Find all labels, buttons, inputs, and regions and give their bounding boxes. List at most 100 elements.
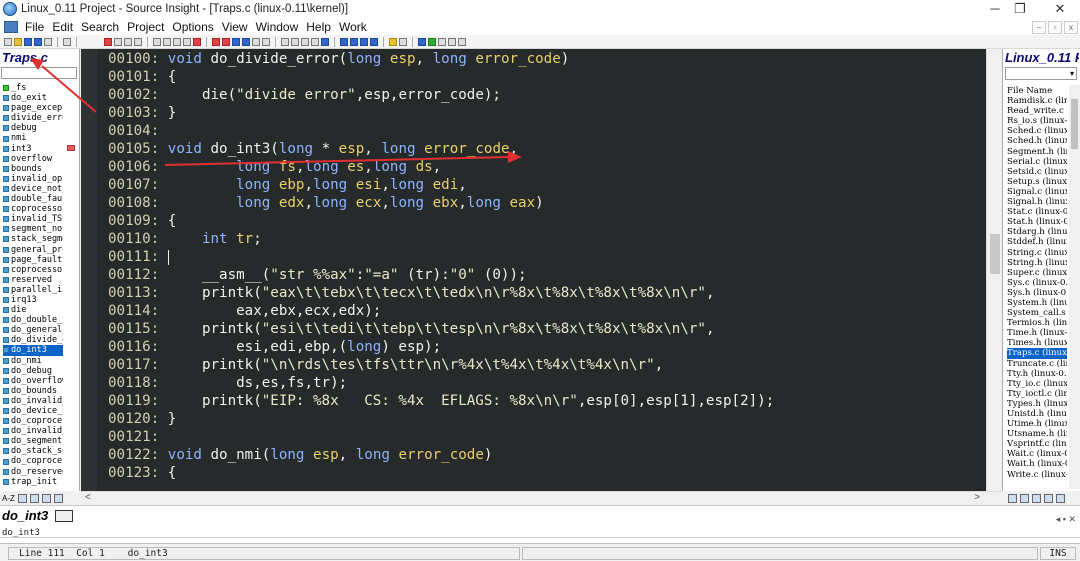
document-icon[interactable] — [4, 20, 18, 33]
file-list-item[interactable]: Read_write.c (linux-0.11\fs) — [1007, 106, 1067, 116]
menu-window[interactable]: Window — [252, 20, 303, 34]
open-file-icon[interactable] — [14, 37, 22, 46]
tool-f-icon[interactable] — [448, 37, 456, 46]
paste-icon[interactable] — [124, 37, 132, 46]
relation-window-icon[interactable] — [311, 37, 319, 46]
symbol-item[interactable]: general_protection — [3, 245, 63, 255]
detail-view-icon[interactable] — [41, 493, 51, 503]
file-list-item[interactable]: Stdarg.h (linux-0.11\include) — [1007, 227, 1067, 237]
menu-help[interactable]: Help — [302, 20, 335, 34]
code-line[interactable]: 00109: { — [108, 212, 774, 230]
symbol-item[interactable]: do_nmi — [3, 356, 63, 366]
code-editor[interactable]: 00100: void do_divide_error(long esp, lo… — [81, 49, 986, 491]
symbol-item[interactable]: parallel_interrupt — [3, 285, 63, 295]
file-list-item[interactable]: Sys.c (linux-0.11\kernel) — [1007, 278, 1067, 288]
symbol-item[interactable]: irq13 — [3, 295, 63, 305]
editor-horizontal-scrollbar[interactable]: < > — [81, 491, 1002, 505]
list-view-icon[interactable] — [17, 493, 27, 503]
file-view-icon[interactable] — [1008, 493, 1017, 503]
new-file-icon[interactable] — [4, 37, 12, 46]
code-line[interactable]: 00116: esi,edi,ebp,(long) esp); — [108, 338, 774, 356]
code-line[interactable]: 00123: { — [108, 464, 774, 482]
file-list-item[interactable]: Utsname.h (linux-0.11\include\sys) — [1007, 429, 1067, 439]
project-options-icon[interactable] — [1056, 493, 1065, 503]
file-list-item[interactable]: Segment.h (linux-0.11\include\asm) — [1007, 147, 1067, 157]
dir-view-icon[interactable] — [1032, 493, 1041, 503]
find-next-icon[interactable] — [163, 37, 171, 46]
print-icon[interactable] — [63, 37, 71, 46]
menu-project[interactable]: Project — [123, 20, 168, 34]
file-list-scroll-thumb[interactable] — [1071, 99, 1078, 149]
close-button[interactable]: ✕ — [1043, 0, 1077, 18]
code-line[interactable]: 00104: — [108, 122, 774, 140]
layout-2-icon[interactable] — [350, 37, 358, 46]
forward-icon[interactable] — [242, 37, 250, 46]
file-list-item[interactable]: Stat.c (linux-0.11\fs) — [1007, 207, 1067, 217]
scroll-thumb[interactable] — [990, 234, 1000, 274]
symbol-item[interactable]: do_debug — [3, 366, 63, 376]
menu-work[interactable]: Work — [335, 20, 371, 34]
symbol-item[interactable]: device_not_available — [3, 184, 63, 194]
code-line[interactable]: 00105: void do_int3(long * esp, long err… — [108, 140, 774, 158]
file-list-item[interactable]: Sys.h (linux-0.11\include\linux) — [1007, 288, 1067, 298]
file-list-item[interactable]: Write.c (linux-0.11\lib) — [1007, 470, 1067, 480]
file-list-scrollbar[interactable] — [1069, 85, 1080, 489]
file-list-header[interactable]: File Name — [1007, 86, 1067, 96]
category-view-icon[interactable] — [29, 493, 39, 503]
file-list-item[interactable]: Sched.h (linux-0.11\include\linux) — [1007, 136, 1067, 146]
symbol-item[interactable]: page_exception — [3, 103, 63, 113]
file-list-item[interactable]: Ramdisk.c (linux-0.11\kernel\blk_drv) — [1007, 96, 1067, 106]
file-filter-dropdown[interactable]: ▾ — [1005, 67, 1077, 80]
goto-line-icon[interactable] — [262, 37, 270, 46]
symbol-item[interactable]: do_divide_error — [3, 335, 63, 345]
file-list-item[interactable]: Signal.h (linux-0.11\include) — [1007, 197, 1067, 207]
symbol-item[interactable]: do_overflow — [3, 376, 63, 386]
file-list-item[interactable]: Unistd.h (linux-0.11\include) — [1007, 409, 1067, 419]
symbol-item[interactable]: double_fault — [3, 194, 63, 204]
tool-e-icon[interactable] — [438, 37, 446, 46]
code-line[interactable]: 00117: printk("\n\rds\tes\tfs\ttr\n\r%4x… — [108, 356, 774, 374]
file-list-item[interactable]: Stat.h (linux-0.11\include\sys) — [1007, 217, 1067, 227]
symbol-item[interactable]: coprocessor_error — [3, 265, 63, 275]
code-line[interactable]: 00120: } — [108, 410, 774, 428]
file-list-item[interactable]: Wait.h (linux-0.11\include\sys) — [1007, 459, 1067, 469]
cut-icon[interactable] — [104, 37, 112, 46]
symbol-item[interactable]: page_fault — [3, 255, 63, 265]
symbol-item[interactable]: do_invalid_TSS — [3, 426, 63, 436]
copy-icon[interactable] — [114, 37, 122, 46]
context-window-buttons[interactable]: ◂ ▪ ✕ — [1056, 514, 1076, 525]
file-list-item[interactable]: Traps.c (linux-0.11\kernel) — [1007, 348, 1067, 359]
file-list-item[interactable]: Tty_io.c (linux-0.11\kernel\chr_drv) — [1007, 379, 1067, 389]
tool-a-icon[interactable] — [389, 37, 397, 46]
file-list-item[interactable]: Tty_ioctl.c (linux-0.11\kernel\chr_drv) — [1007, 389, 1067, 399]
mdi-restore-button[interactable]: ▫ — [1048, 21, 1062, 34]
mdi-minimize-button[interactable]: ‒ — [1032, 21, 1046, 34]
code-line[interactable]: 00114: eax,ebx,ecx,edx); — [108, 302, 774, 320]
code-line[interactable]: 00107: long ebp,long esi,long edi, — [108, 176, 774, 194]
code-line[interactable]: 00111: — [108, 248, 774, 266]
symbol-item[interactable]: coprocessor_segment_overrun — [3, 204, 63, 214]
file-list-item[interactable]: Types.h (linux-0.11\include\sys) — [1007, 399, 1067, 409]
file-list-item[interactable]: Utime.h (linux-0.11\include) — [1007, 419, 1067, 429]
file-list-item[interactable]: Truncate.c (linux-0.11\fs) — [1007, 359, 1067, 369]
symbol-item[interactable]: trap_init — [3, 477, 63, 487]
symbol-item[interactable]: do_exit — [3, 93, 63, 103]
layout-3-icon[interactable] — [360, 37, 368, 46]
symbol-item[interactable]: do_bounds — [3, 386, 63, 396]
search-project-icon[interactable] — [193, 37, 201, 46]
symbol-item[interactable]: bounds — [3, 164, 63, 174]
symbol-filter-input[interactable] — [1, 67, 77, 79]
symbol-item[interactable]: reserved — [3, 275, 63, 285]
scroll-right-icon[interactable]: > — [974, 492, 980, 503]
symbol-item[interactable]: nmi — [3, 133, 63, 143]
code-line[interactable]: 00122: void do_nmi(long esp, long error_… — [108, 446, 774, 464]
code-line[interactable]: 00110: int tr; — [108, 230, 774, 248]
mdi-close-button[interactable]: x — [1064, 21, 1078, 34]
symbol-item[interactable]: do_invalid_op — [3, 396, 63, 406]
symbol-item[interactable]: die — [3, 305, 63, 315]
menu-edit[interactable]: Edit — [48, 20, 77, 34]
code-line[interactable]: 00119: printk("EIP: %8x CS: %4x EFLAGS: … — [108, 392, 774, 410]
jump-icon[interactable] — [252, 37, 260, 46]
file-list-item[interactable]: Super.c (linux-0.11\fs) — [1007, 268, 1067, 278]
symbol-item[interactable]: do_reserved — [3, 467, 63, 477]
